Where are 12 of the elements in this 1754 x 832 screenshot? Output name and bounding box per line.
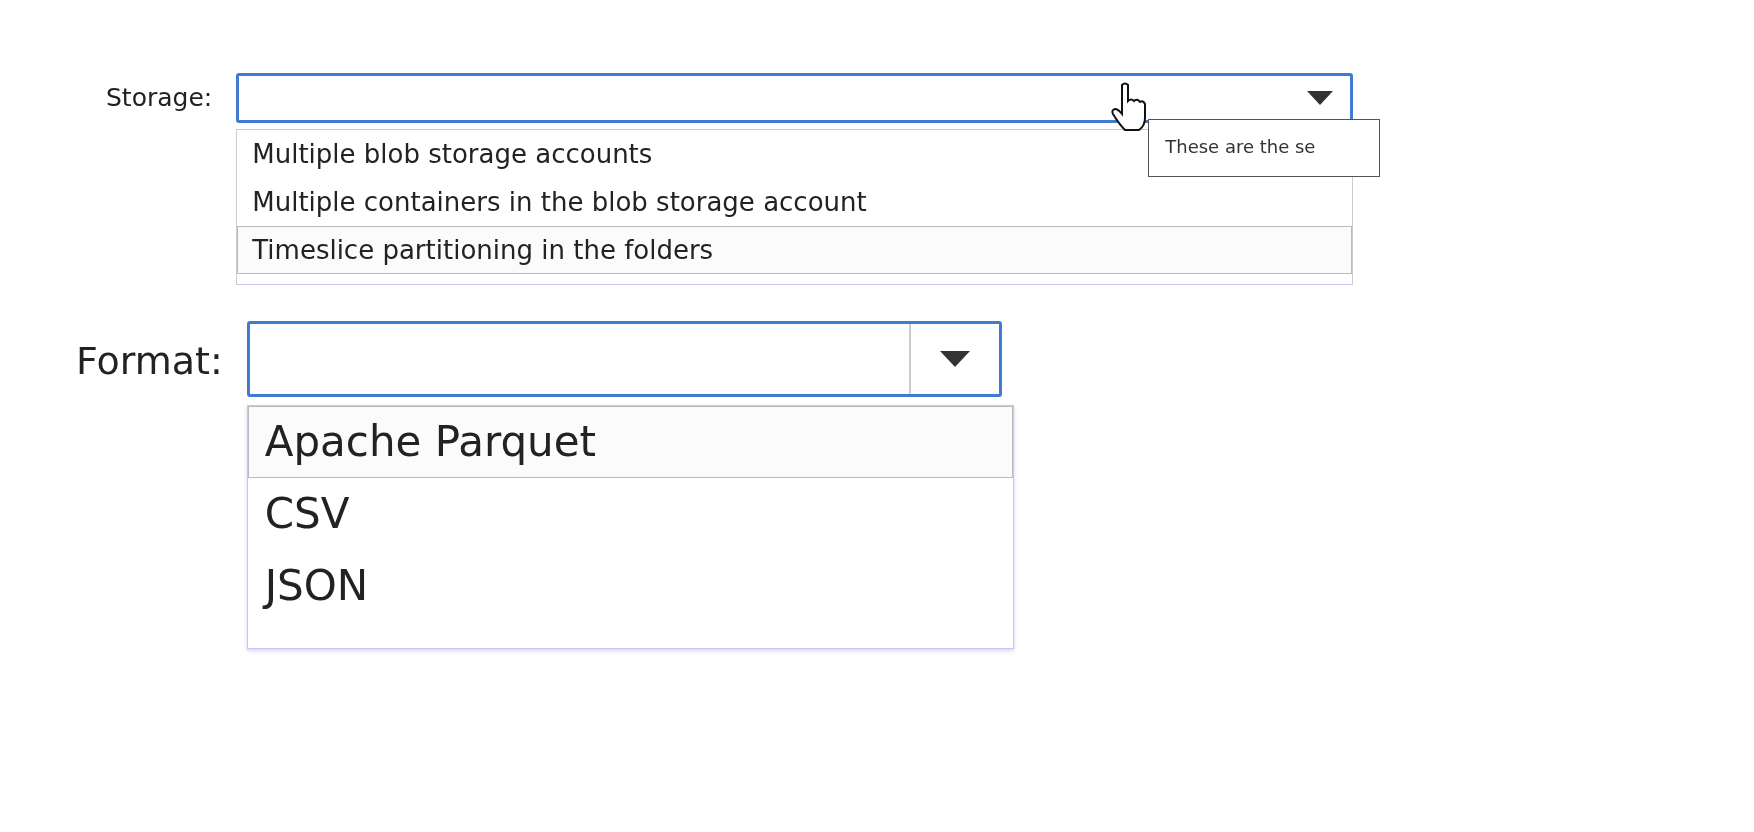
field-label: Format:: [76, 339, 223, 383]
tooltip: These are the se: [1148, 119, 1381, 177]
dropdown-option[interactable]: Apache Parquet: [247, 406, 1013, 478]
field-label: Storage:: [106, 83, 213, 112]
dropdown-option[interactable]: CSV: [247, 478, 1013, 550]
dropdown-arrow-icon: [1307, 91, 1334, 105]
dropdown-option[interactable]: Timeslice partitioning in the folders: [237, 226, 1353, 274]
dropdown-option[interactable]: Multiple containers in the blob storage account: [237, 178, 1353, 226]
dropdown-select[interactable]: [236, 73, 1354, 123]
dropdown-option[interactable]: JSON: [247, 550, 1013, 622]
dropdown-select[interactable]: [246, 321, 1002, 397]
dropdown-arrow-icon: [939, 351, 970, 367]
